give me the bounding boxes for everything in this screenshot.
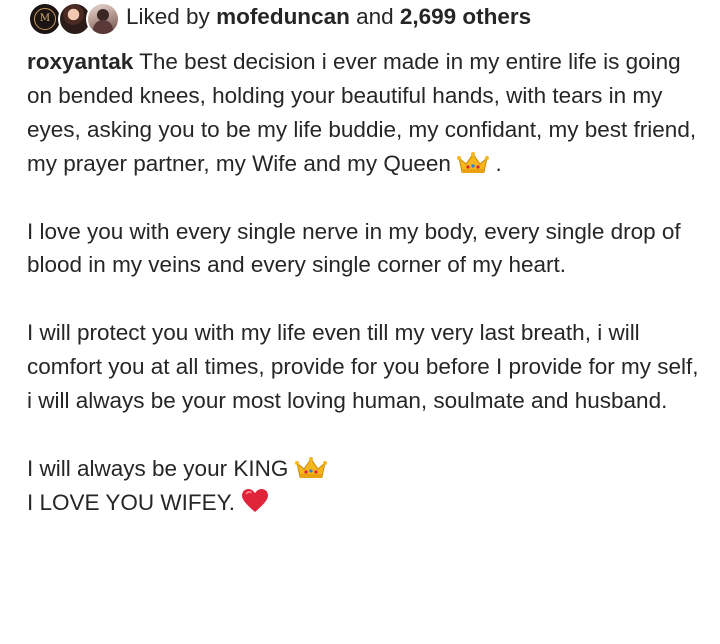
liker-avatars[interactable]: M: [28, 1, 122, 36]
liker-username-link[interactable]: mofeduncan: [216, 4, 350, 29]
caption-line-king: I will always be your KING: [27, 455, 289, 481]
red-heart-icon: [242, 488, 269, 512]
crown-icon: [294, 456, 327, 478]
caption-paragraph-3: I will protect you with my life even til…: [27, 320, 699, 414]
likes-count-link[interactable]: 2,699 others: [400, 4, 531, 29]
likes-row: M Liked by mofeduncan and 2,699 others: [28, 0, 531, 36]
monogram-logo: M: [34, 8, 56, 30]
avatar[interactable]: M: [28, 2, 62, 36]
crown-icon: [457, 151, 490, 173]
caption-username-link[interactable]: roxyantak: [27, 49, 133, 74]
post-caption: roxyantak The best decision i ever made …: [27, 45, 707, 520]
caption-text-end: .: [489, 150, 502, 176]
liked-by-connector: and: [349, 4, 400, 29]
avatar[interactable]: [86, 2, 120, 36]
caption-paragraph-1: roxyantak The best decision i ever made …: [27, 45, 707, 181]
caption-paragraph-4: I will always be your KING I LOVE YOU WI…: [27, 452, 707, 520]
liked-by-prefix: Liked by: [126, 4, 217, 29]
caption-line-wifey: I LOVE YOU WIFEY.: [27, 489, 242, 515]
caption-paragraph-2: I love you with every single nerve in my…: [27, 218, 681, 278]
liked-by-text: Liked by mofeduncan and 2,699 others: [126, 4, 531, 30]
